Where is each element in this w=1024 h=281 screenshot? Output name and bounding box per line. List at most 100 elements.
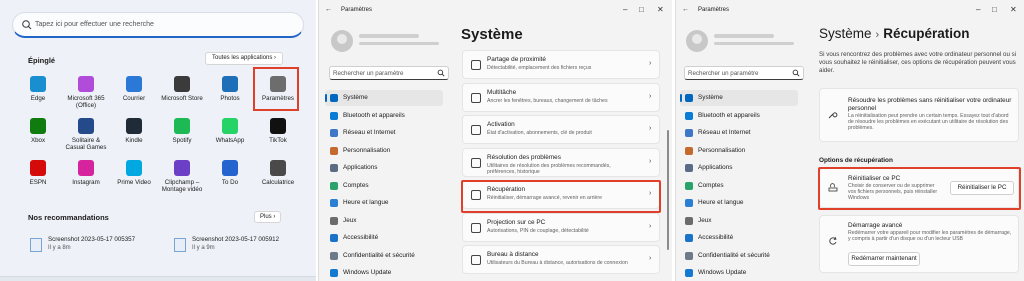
pinned-app-edge[interactable]: Edge <box>14 76 62 102</box>
settings-nav: Système Bluetooth et appareils Réseau et I… <box>680 90 804 280</box>
close-icon[interactable]: ✕ <box>657 5 664 14</box>
settings-item-multitask[interactable]: Multitâche Ancrer les fenêtres, bureaux, … <box>462 82 660 112</box>
nav-item-apps[interactable]: Applications <box>680 160 798 176</box>
nav-item-label: Applications <box>698 164 733 171</box>
pinned-app-cards[interactable]: Solitaire & Casual Games <box>62 118 110 151</box>
pinned-app-whatsapp[interactable]: WhatsApp <box>206 118 254 144</box>
settings-item-projection[interactable]: Projection sur ce PC Autorisations, PIN d… <box>462 212 660 242</box>
nav-item-apps[interactable]: Applications <box>325 160 443 176</box>
settings-window-recovery: Paramètres ← – □ ✕ Rechercher un paramèt… <box>675 0 1024 281</box>
settings-item-title: Activation <box>487 121 515 128</box>
nav-item-label: Accessibilité <box>698 234 734 241</box>
maximize-icon[interactable]: □ <box>992 5 997 14</box>
settings-item-title: Résolution des problèmes <box>487 153 561 161</box>
pinned-app-prime-video[interactable]: Prime Video <box>110 160 158 186</box>
highlight-box <box>818 167 1021 210</box>
instagram-icon <box>78 160 94 176</box>
account-icon <box>685 181 693 190</box>
nav-item-shield[interactable]: Confidentialité et sécurité <box>680 248 798 264</box>
espn-icon <box>30 160 46 176</box>
brush-icon <box>685 146 693 155</box>
maximize-icon[interactable]: □ <box>639 5 644 14</box>
minimize-icon[interactable]: – <box>623 5 627 14</box>
nav-item-accessibility[interactable]: Accessibilité <box>325 230 443 246</box>
bluetooth-icon <box>330 111 338 120</box>
pinned-app-photos[interactable]: Photos <box>206 76 254 102</box>
update-icon <box>330 269 338 277</box>
back-arrow-icon[interactable]: ← <box>682 6 689 13</box>
nav-item-update[interactable]: Windows Update <box>680 265 798 281</box>
nav-item-brush[interactable]: Personnalisation <box>325 143 443 159</box>
app-label: Microsoft 365 (Office) <box>67 95 105 109</box>
troubleshoot-card[interactable]: Résoudre les problèmes sans réinitialise… <box>819 88 1019 142</box>
start-search-box[interactable]: Tapez ici pour effectuer une recherche <box>12 12 304 38</box>
pinned-app-office[interactable]: Microsoft 365 (Office) <box>62 76 110 109</box>
bluetooth-icon <box>685 111 693 120</box>
all-apps-button[interactable]: Toutes les applications › <box>205 52 284 65</box>
app-label: Clipchamp – Montage vidéo <box>161 179 203 193</box>
nav-item-shield[interactable]: Confidentialité et sécurité <box>325 248 443 264</box>
breadcrumb-parent[interactable]: Système <box>819 26 872 41</box>
nav-item-account[interactable]: Comptes <box>325 178 443 194</box>
back-arrow-icon[interactable]: ← <box>325 6 332 13</box>
highlight-box <box>253 67 299 111</box>
title-bar: Paramètres ← – □ ✕ <box>676 0 1024 20</box>
nav-item-clock-globe[interactable]: Heure et langue <box>680 195 798 211</box>
pinned-app-mail[interactable]: Courrier <box>110 76 158 102</box>
clipchamp-icon <box>174 160 190 176</box>
settings-item-share[interactable]: Partage de proximité Détectabilité, empla… <box>462 50 660 79</box>
settings-item-description: Détectabilité, emplacement des fichiers … <box>487 65 592 71</box>
shield-icon <box>330 251 338 260</box>
user-email-blurred <box>359 42 439 45</box>
controller-icon <box>330 216 338 225</box>
avatar[interactable] <box>686 30 708 52</box>
pinned-app-todo[interactable]: To Do <box>206 160 254 186</box>
pinned-app-spotify[interactable]: Spotify <box>158 118 206 144</box>
nav-item-clock-globe[interactable]: Heure et langue <box>325 195 443 211</box>
settings-item-wrench[interactable]: Résolution des problèmes Utilitaires de r… <box>462 147 660 177</box>
avatar[interactable] <box>331 30 353 52</box>
chevron-right-icon: › <box>649 222 652 230</box>
close-icon[interactable]: ✕ <box>1010 5 1017 14</box>
settings-item-activation[interactable]: Activation État d'activation, abonnements… <box>462 115 660 144</box>
nav-item-system[interactable]: Système <box>325 90 443 106</box>
nav-item-bluetooth[interactable]: Bluetooth et appareils <box>325 108 443 124</box>
more-button[interactable]: Plus › <box>254 211 282 223</box>
pinned-app-calculator[interactable]: Calculatrice <box>254 160 302 186</box>
nav-item-update[interactable]: Windows Update <box>325 265 443 281</box>
nav-item-label: Heure et langue <box>343 199 389 206</box>
search-placeholder: Tapez ici pour effectuer une recherche <box>35 21 154 28</box>
nav-item-wifi[interactable]: Réseau et Internet <box>680 125 798 141</box>
pinned-app-espn[interactable]: ESPN <box>14 160 62 186</box>
nav-item-controller[interactable]: Jeux <box>680 213 798 229</box>
user-name-blurred <box>714 34 774 38</box>
pinned-app-tiktok[interactable]: TikTok <box>254 118 302 144</box>
recommendation-time: Il y a 8m <box>48 245 71 251</box>
settings-item-remote-desktop[interactable]: Bureau à distance Utilisateurs du Bureau … <box>462 245 660 274</box>
nav-item-brush[interactable]: Personnalisation <box>680 143 798 159</box>
scrollbar[interactable] <box>667 130 669 250</box>
nav-item-system[interactable]: Système <box>680 90 798 106</box>
nav-item-controller[interactable]: Jeux <box>325 213 443 229</box>
minimize-icon[interactable]: – <box>976 5 980 14</box>
pinned-app-instagram[interactable]: Instagram <box>62 160 110 186</box>
spotify-icon <box>174 118 190 134</box>
recommendation-item[interactable]: Screenshot 2023-05-17 005912 Il y a 9m <box>174 236 304 256</box>
nav-item-wifi[interactable]: Réseau et Internet <box>325 125 443 141</box>
nav-item-label: Accessibilité <box>343 234 379 241</box>
apps-icon <box>685 164 693 172</box>
recommendation-item[interactable]: Screenshot 2023-05-17 005357 Il y a 8m <box>30 236 160 256</box>
pinned-app-xbox[interactable]: Xbox <box>14 118 62 144</box>
pinned-app-clipchamp[interactable]: Clipchamp – Montage vidéo <box>158 160 206 193</box>
search-icon <box>437 69 445 77</box>
nav-item-accessibility[interactable]: Accessibilité <box>680 230 798 246</box>
restart-now-button[interactable]: Redémarrer maintenant <box>848 252 920 266</box>
settings-search-input[interactable]: Rechercher un paramètre <box>329 66 449 80</box>
advanced-startup-description: Redémarrer votre appareil pour modifier … <box>848 230 1012 243</box>
nav-item-bluetooth[interactable]: Bluetooth et appareils <box>680 108 798 124</box>
pinned-app-store[interactable]: Microsoft Store <box>158 76 206 102</box>
pinned-app-kindle[interactable]: Kindle <box>110 118 158 144</box>
settings-search-input[interactable]: Rechercher un paramètre <box>684 66 804 80</box>
nav-item-account[interactable]: Comptes <box>680 178 798 194</box>
chevron-right-icon: › <box>649 125 652 132</box>
